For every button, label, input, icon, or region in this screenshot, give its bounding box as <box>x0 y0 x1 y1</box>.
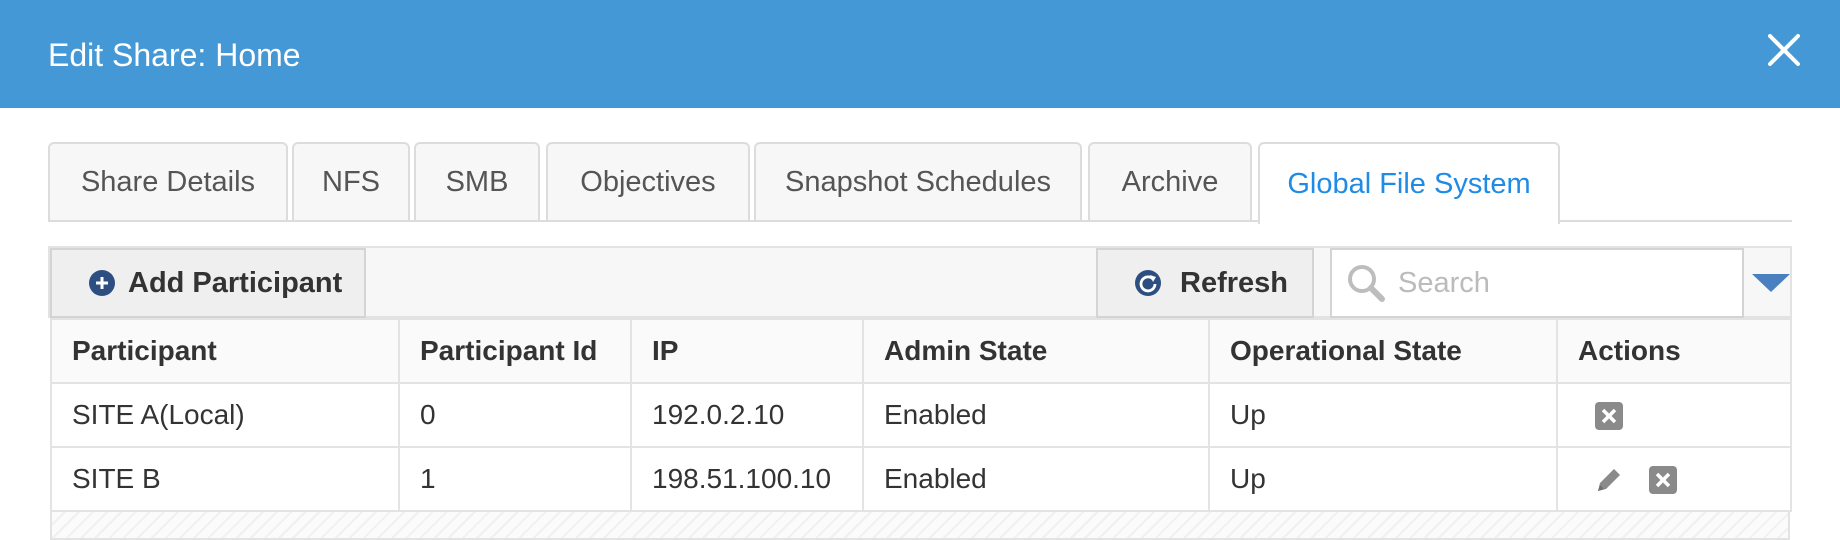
cell-participant: SITE B <box>50 446 400 512</box>
table-row[interactable]: SITE B 1 198.51.100.10 Enabled Up <box>50 446 1792 512</box>
refresh-button[interactable]: Refresh <box>1096 248 1314 318</box>
cell-actions <box>1556 446 1792 512</box>
dialog-header: Edit Share: Home <box>0 0 1840 108</box>
column-header-actions: Actions <box>1556 318 1792 384</box>
tab-objectives[interactable]: Objectives <box>546 142 750 220</box>
tab-snapshot-schedules[interactable]: Snapshot Schedules <box>754 142 1082 220</box>
close-icon <box>1768 34 1800 66</box>
grid-toolbar: Add Participant Refresh <box>48 246 1792 318</box>
tab-nfs[interactable]: NFS <box>292 142 410 220</box>
search-box[interactable] <box>1330 248 1744 318</box>
cell-operational-state: Up <box>1208 382 1558 448</box>
cell-participant-id: 1 <box>398 446 632 512</box>
refresh-label: Refresh <box>1180 266 1288 299</box>
cell-participant: SITE A(Local) <box>50 382 400 448</box>
edit-share-dialog: Edit Share: Home Share Details NFS SMB O… <box>0 0 1840 540</box>
column-header-operational-state[interactable]: Operational State <box>1208 318 1558 384</box>
tab-share-details[interactable]: Share Details <box>48 142 288 220</box>
column-header-participant[interactable]: Participant <box>50 318 400 384</box>
delete-icon[interactable] <box>1594 401 1624 431</box>
close-button[interactable] <box>1764 30 1804 70</box>
search-input[interactable] <box>1398 266 1728 300</box>
add-participant-button[interactable]: Add Participant <box>50 248 366 318</box>
tab-bar: Share Details NFS SMB Objectives Snapsho… <box>48 142 1792 224</box>
plus-circle-icon <box>89 270 115 296</box>
cell-ip: 198.51.100.10 <box>630 446 864 512</box>
search-icon <box>1348 265 1385 302</box>
cell-admin-state: Enabled <box>862 446 1210 512</box>
cell-participant-id: 0 <box>398 382 632 448</box>
cell-admin-state: Enabled <box>862 382 1210 448</box>
filter-dropdown-arrow-icon[interactable] <box>1752 274 1790 292</box>
cell-actions <box>1556 382 1792 448</box>
tab-smb[interactable]: SMB <box>414 142 540 220</box>
empty-grid-area <box>50 512 1790 540</box>
table-row[interactable]: SITE A(Local) 0 192.0.2.10 Enabled Up <box>50 382 1792 448</box>
column-header-admin-state[interactable]: Admin State <box>862 318 1210 384</box>
refresh-icon <box>1135 270 1161 296</box>
table-header-row: Participant Participant Id IP Admin Stat… <box>50 318 1792 384</box>
column-header-ip[interactable]: IP <box>630 318 864 384</box>
cell-operational-state: Up <box>1208 446 1558 512</box>
add-participant-label: Add Participant <box>128 266 343 299</box>
participants-table: Participant Participant Id IP Admin Stat… <box>50 318 1792 512</box>
delete-icon[interactable] <box>1648 465 1678 495</box>
cell-ip: 192.0.2.10 <box>630 382 864 448</box>
dialog-title: Edit Share: Home <box>48 37 301 73</box>
tab-global-file-system[interactable]: Global File System <box>1258 142 1560 224</box>
tab-archive[interactable]: Archive <box>1088 142 1252 220</box>
column-header-participant-id[interactable]: Participant Id <box>398 318 632 384</box>
edit-icon[interactable] <box>1594 465 1624 495</box>
